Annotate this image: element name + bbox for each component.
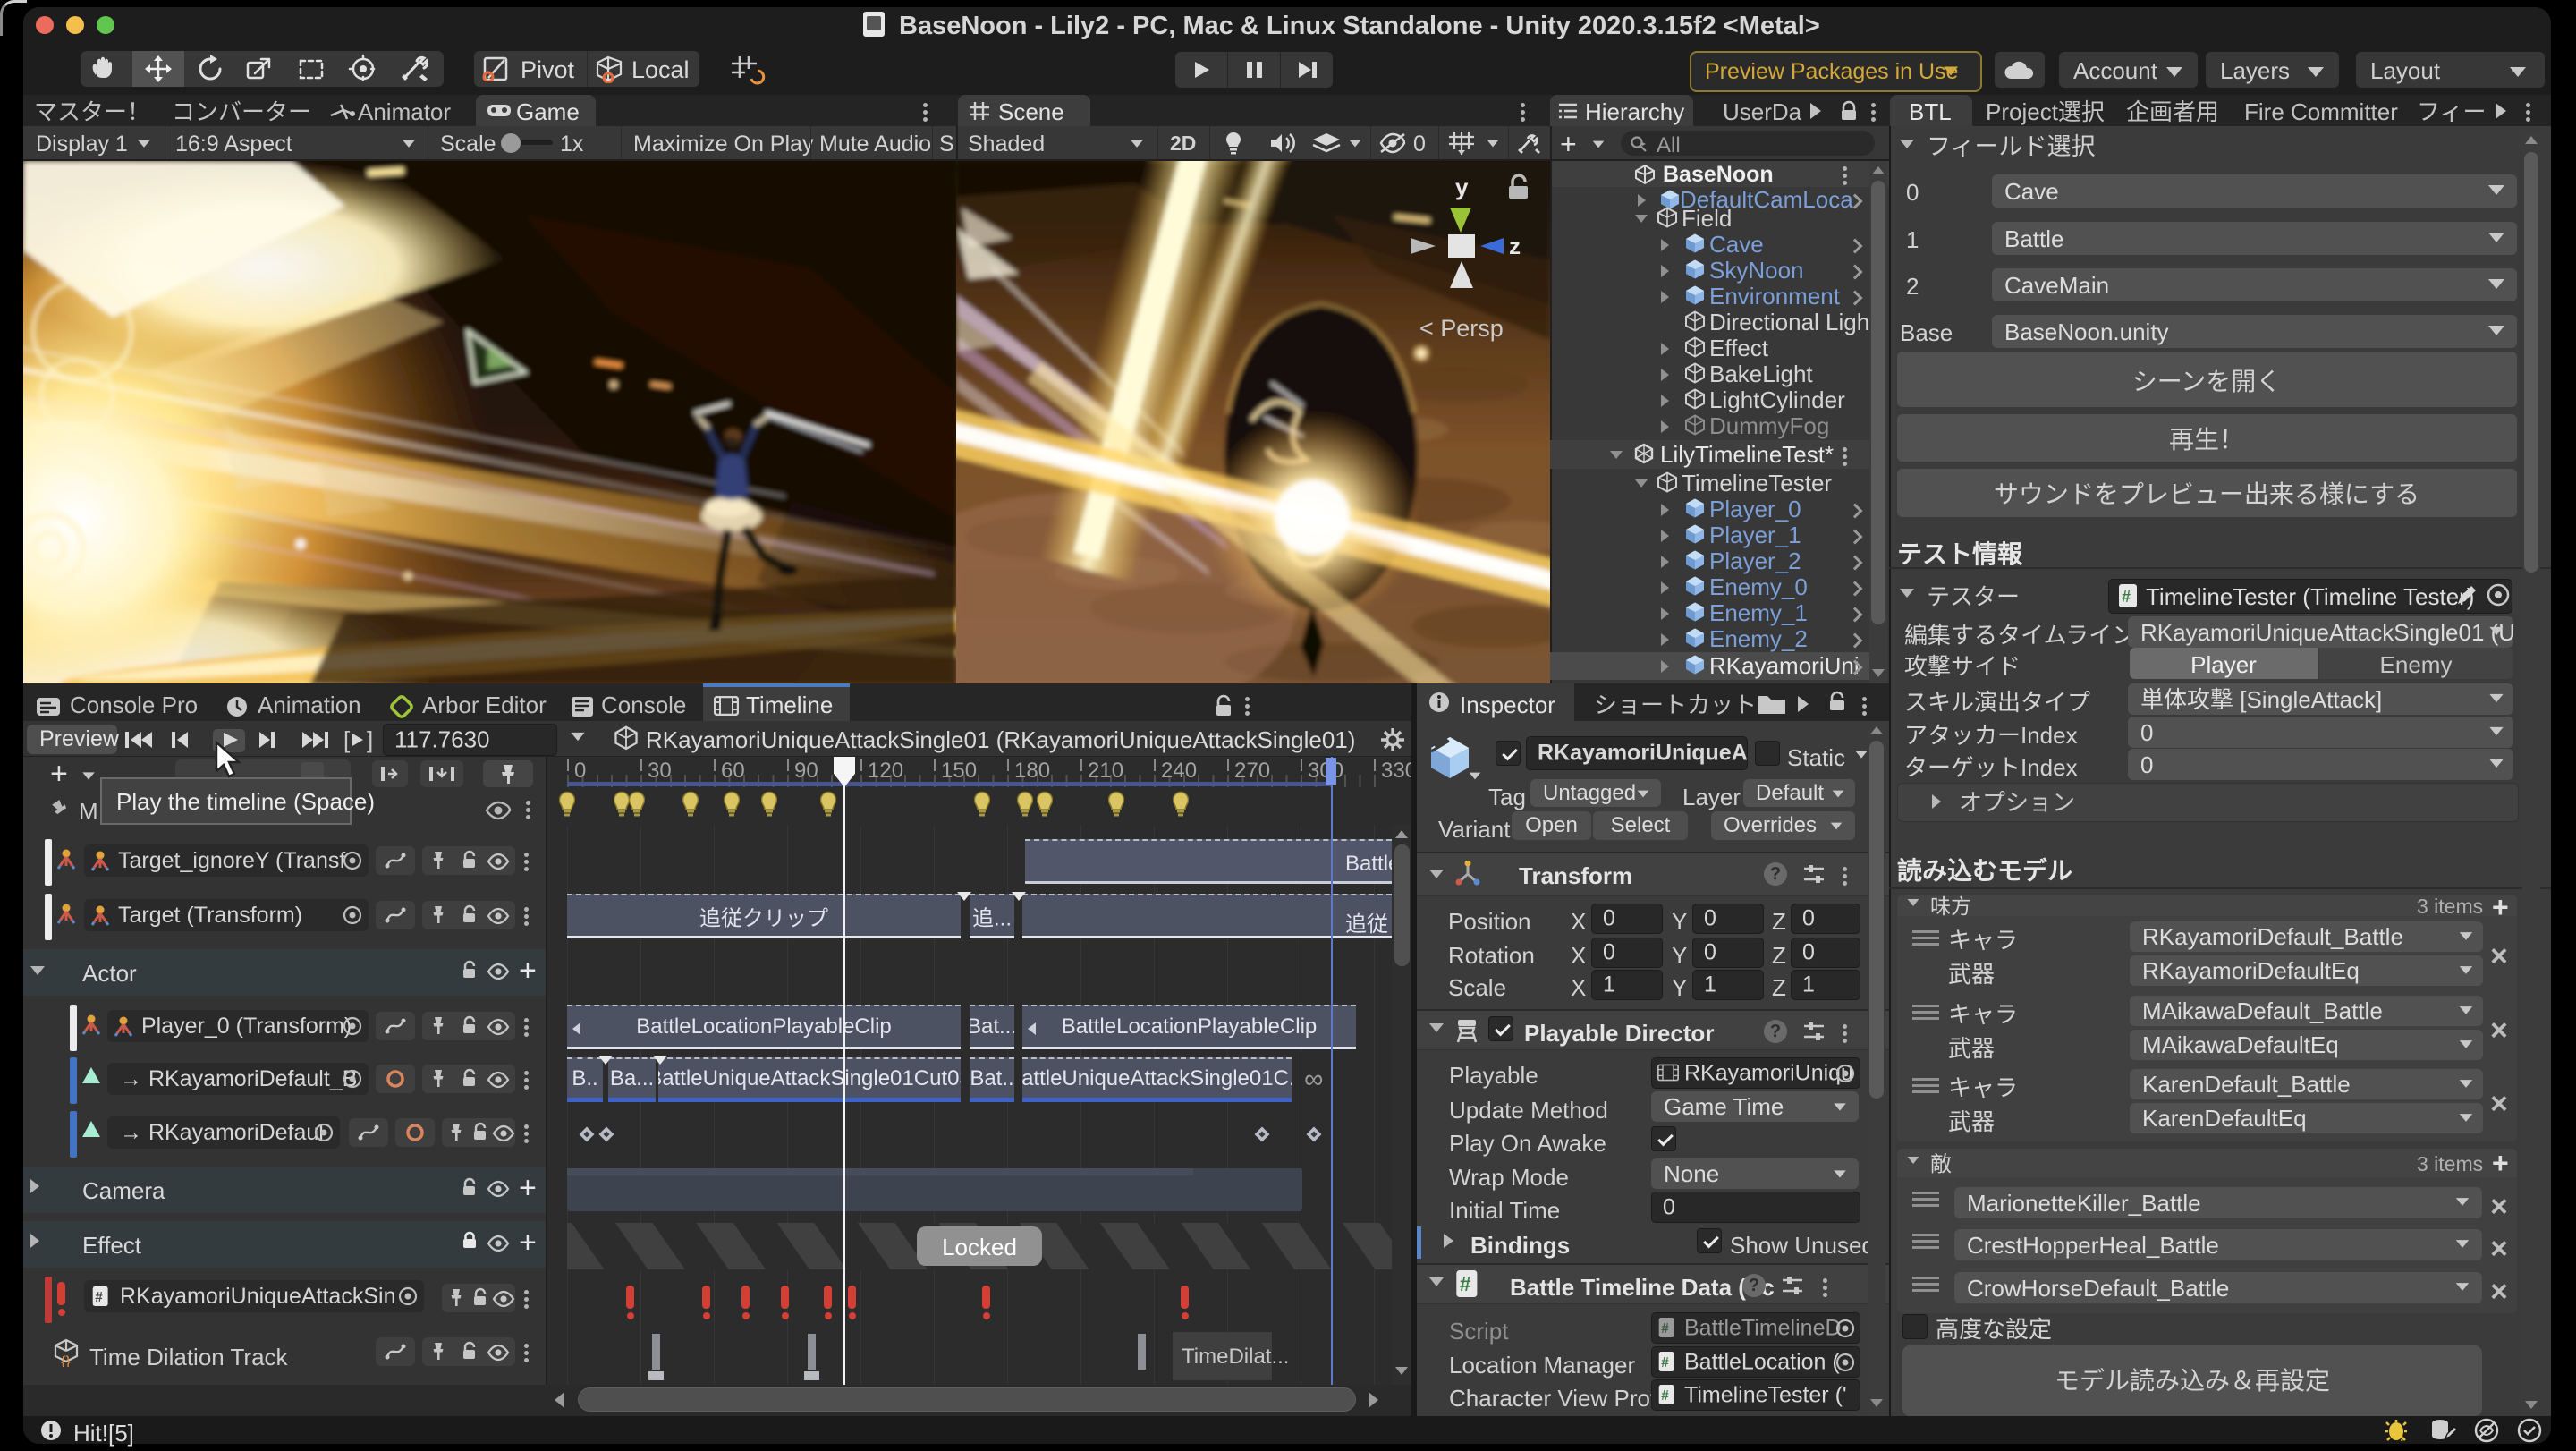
svg-text:#: #: [1661, 1388, 1669, 1404]
svg-text:#: #: [1460, 1272, 1471, 1295]
svg-text:]: ]: [367, 726, 373, 753]
svg-text:#: #: [95, 1290, 103, 1305]
svg-text:{}: {}: [61, 1354, 71, 1367]
svg-text:< Persp: < Persp: [1419, 315, 1504, 342]
svg-text:#: #: [1661, 1321, 1669, 1336]
svg-text:[: [: [343, 726, 351, 753]
svg-text:#: #: [1661, 1355, 1669, 1370]
svg-text:#: #: [2122, 588, 2131, 606]
svg-text:!: !: [2400, 1430, 2404, 1443]
svg-text:z: z: [1509, 233, 1521, 259]
svg-text:y: y: [1455, 174, 1469, 200]
